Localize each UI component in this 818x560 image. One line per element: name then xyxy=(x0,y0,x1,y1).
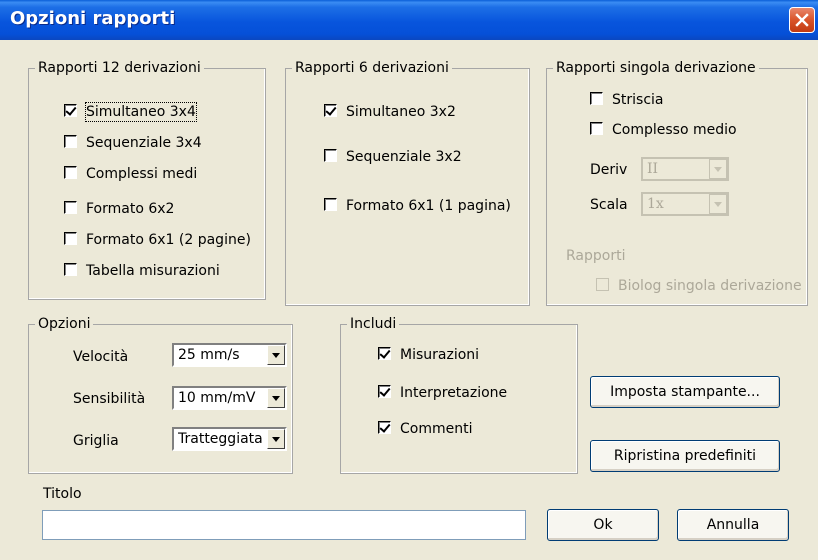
checkbox-label: Striscia xyxy=(612,92,664,108)
titolo-label: Titolo xyxy=(43,486,82,502)
chevron-down-icon[interactable] xyxy=(267,345,285,365)
checkbox-label: Formato 6x1 (1 pagina) xyxy=(346,198,511,214)
checkbox-box[interactable] xyxy=(378,421,391,434)
title-bar[interactable]: Opzioni rapporti xyxy=(0,0,818,40)
checkbox-box[interactable] xyxy=(64,166,77,179)
checkbox-box[interactable] xyxy=(596,278,609,291)
close-icon xyxy=(795,13,809,27)
checkbox-label: Sequenziale 3x4 xyxy=(86,135,202,151)
checkbox-box[interactable] xyxy=(64,201,77,214)
ripristina-predefiniti-button[interactable]: Ripristina predefiniti xyxy=(590,440,780,472)
chevron-down-icon[interactable] xyxy=(709,194,727,214)
imposta-stampante-button[interactable]: Imposta stampante... xyxy=(590,376,780,408)
checkbox-box[interactable] xyxy=(590,122,603,135)
checkbox-label: Simultaneo 3x2 xyxy=(346,104,456,120)
griglia-select[interactable]: Tratteggiata xyxy=(172,427,287,451)
checkbox-box[interactable] xyxy=(64,135,77,148)
checkbox-label: Interpretazione xyxy=(400,385,508,401)
group-opzioni-legend: Opzioni xyxy=(35,315,94,333)
chevron-down-icon[interactable] xyxy=(267,429,285,449)
velocita-label: Velocità xyxy=(73,349,129,365)
rapporti-label: Rapporti xyxy=(566,248,626,264)
group-includi-legend: Includi xyxy=(347,315,400,333)
checkbox-label: Commenti xyxy=(400,421,473,437)
scala-select-value: 1x xyxy=(647,196,664,212)
velocita-select-value: 25 mm/s xyxy=(178,347,240,363)
checkbox-box[interactable] xyxy=(378,347,391,360)
deriv-select[interactable]: II xyxy=(641,157,729,181)
scala-select[interactable]: 1x xyxy=(641,192,729,216)
annulla-button[interactable]: Annulla xyxy=(677,509,789,541)
checkbox-label: Formato 6x1 (2 pagine) xyxy=(86,232,251,248)
checkbox-label: Formato 6x2 xyxy=(86,201,175,217)
checkbox-label: Biolog singola derivazione xyxy=(618,278,802,294)
group-rapporti-singola: Rapporti singola derivazione xyxy=(546,59,808,306)
chevron-down-icon[interactable] xyxy=(267,388,285,408)
ok-button[interactable]: Ok xyxy=(547,509,659,541)
checkbox-box[interactable] xyxy=(324,198,337,211)
sensibilita-select-value: 10 mm/mV xyxy=(178,390,256,406)
checkbox-label: Tabella misurazioni xyxy=(86,263,220,279)
deriv-select-value: II xyxy=(647,161,659,177)
sensibilita-select[interactable]: 10 mm/mV xyxy=(172,386,287,410)
checkbox-box[interactable] xyxy=(590,92,603,105)
sensibilita-label: Sensibilità xyxy=(73,391,146,407)
group-rapporti-12-legend: Rapporti 12 derivazioni xyxy=(35,59,204,77)
group-rapporti-singola-legend: Rapporti singola derivazione xyxy=(553,59,759,77)
checkbox-label: Misurazioni xyxy=(400,347,480,363)
velocita-select[interactable]: 25 mm/s xyxy=(172,343,287,367)
checkbox-box[interactable] xyxy=(64,232,77,245)
scala-label: Scala xyxy=(590,197,628,213)
checkbox-box[interactable] xyxy=(64,263,77,276)
deriv-label: Deriv xyxy=(590,162,628,178)
chevron-down-icon[interactable] xyxy=(709,159,727,179)
titolo-input[interactable] xyxy=(42,510,526,540)
group-rapporti-6-legend: Rapporti 6 derivazioni xyxy=(292,59,452,77)
griglia-select-value: Tratteggiata xyxy=(178,431,263,447)
opzioni-rapporti-dialog: Opzioni rapporti Rapporti 12 derivazioni… xyxy=(0,0,818,560)
close-button[interactable] xyxy=(789,7,815,33)
checkbox-formato-6x1-2-pagine[interactable]: Formato 6x1 (2 pagine) xyxy=(64,231,254,249)
checkbox-box[interactable] xyxy=(64,104,77,117)
checkbox-label: Sequenziale 3x2 xyxy=(346,149,462,165)
checkbox-label: Complessi medi xyxy=(86,166,198,182)
checkbox-label: Complesso medio xyxy=(612,122,737,138)
checkbox-label: Simultaneo 3x4 xyxy=(85,102,197,122)
checkbox-box[interactable] xyxy=(324,104,337,117)
checkbox-box[interactable] xyxy=(324,149,337,162)
window-title: Opzioni rapporti xyxy=(10,8,176,29)
griglia-label: Griglia xyxy=(73,433,119,449)
checkbox-box[interactable] xyxy=(378,385,391,398)
